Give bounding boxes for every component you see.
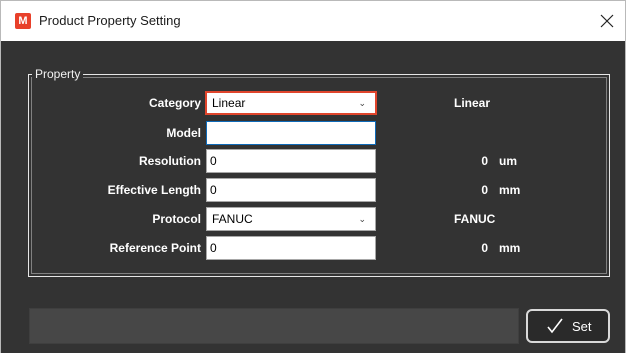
title-bar: M Product Property Setting — [1, 1, 625, 41]
resolution-label: Resolution — [139, 154, 201, 168]
window-title: Product Property Setting — [39, 13, 181, 28]
chevron-down-icon: ⌄ — [358, 98, 366, 108]
reference-point-display: 0 — [481, 241, 488, 255]
category-select-value: Linear — [212, 96, 246, 110]
effective-length-label: Effective Length — [107, 183, 201, 197]
dialog-content: Property Category Linear ⌄ Linear Model … — [1, 41, 625, 353]
close-button[interactable] — [595, 9, 619, 33]
reference-point-label: Reference Point — [109, 241, 201, 255]
product-property-window: M Product Property Setting Property Cate… — [0, 0, 626, 353]
protocol-select-value: FANUC — [212, 212, 253, 226]
status-message-box — [29, 308, 519, 344]
protocol-label: Protocol — [152, 212, 201, 226]
category-select[interactable]: Linear ⌄ — [205, 91, 377, 115]
app-logo-icon: M — [15, 13, 31, 29]
category-label: Category — [148, 96, 201, 110]
model-label: Model — [166, 126, 201, 140]
resolution-unit: um — [499, 154, 517, 168]
protocol-select[interactable]: FANUC ⌄ — [206, 207, 376, 231]
effective-length-unit: mm — [499, 183, 521, 197]
protocol-display: FANUC — [454, 212, 496, 226]
property-group-legend: Property — [32, 68, 84, 81]
model-input[interactable] — [206, 121, 376, 145]
effective-length-input[interactable]: 0 — [206, 178, 376, 202]
set-button[interactable]: Set — [526, 309, 610, 343]
reference-point-input[interactable]: 0 — [206, 236, 376, 260]
category-display: Linear — [454, 96, 491, 110]
resolution-display: 0 — [481, 154, 488, 168]
set-button-label: Set — [572, 319, 592, 334]
check-icon — [547, 318, 563, 334]
effective-length-display: 0 — [481, 183, 488, 197]
resolution-input[interactable]: 0 — [206, 149, 376, 173]
close-icon — [600, 14, 614, 28]
reference-point-unit: mm — [499, 241, 521, 255]
chevron-down-icon: ⌄ — [358, 214, 366, 224]
